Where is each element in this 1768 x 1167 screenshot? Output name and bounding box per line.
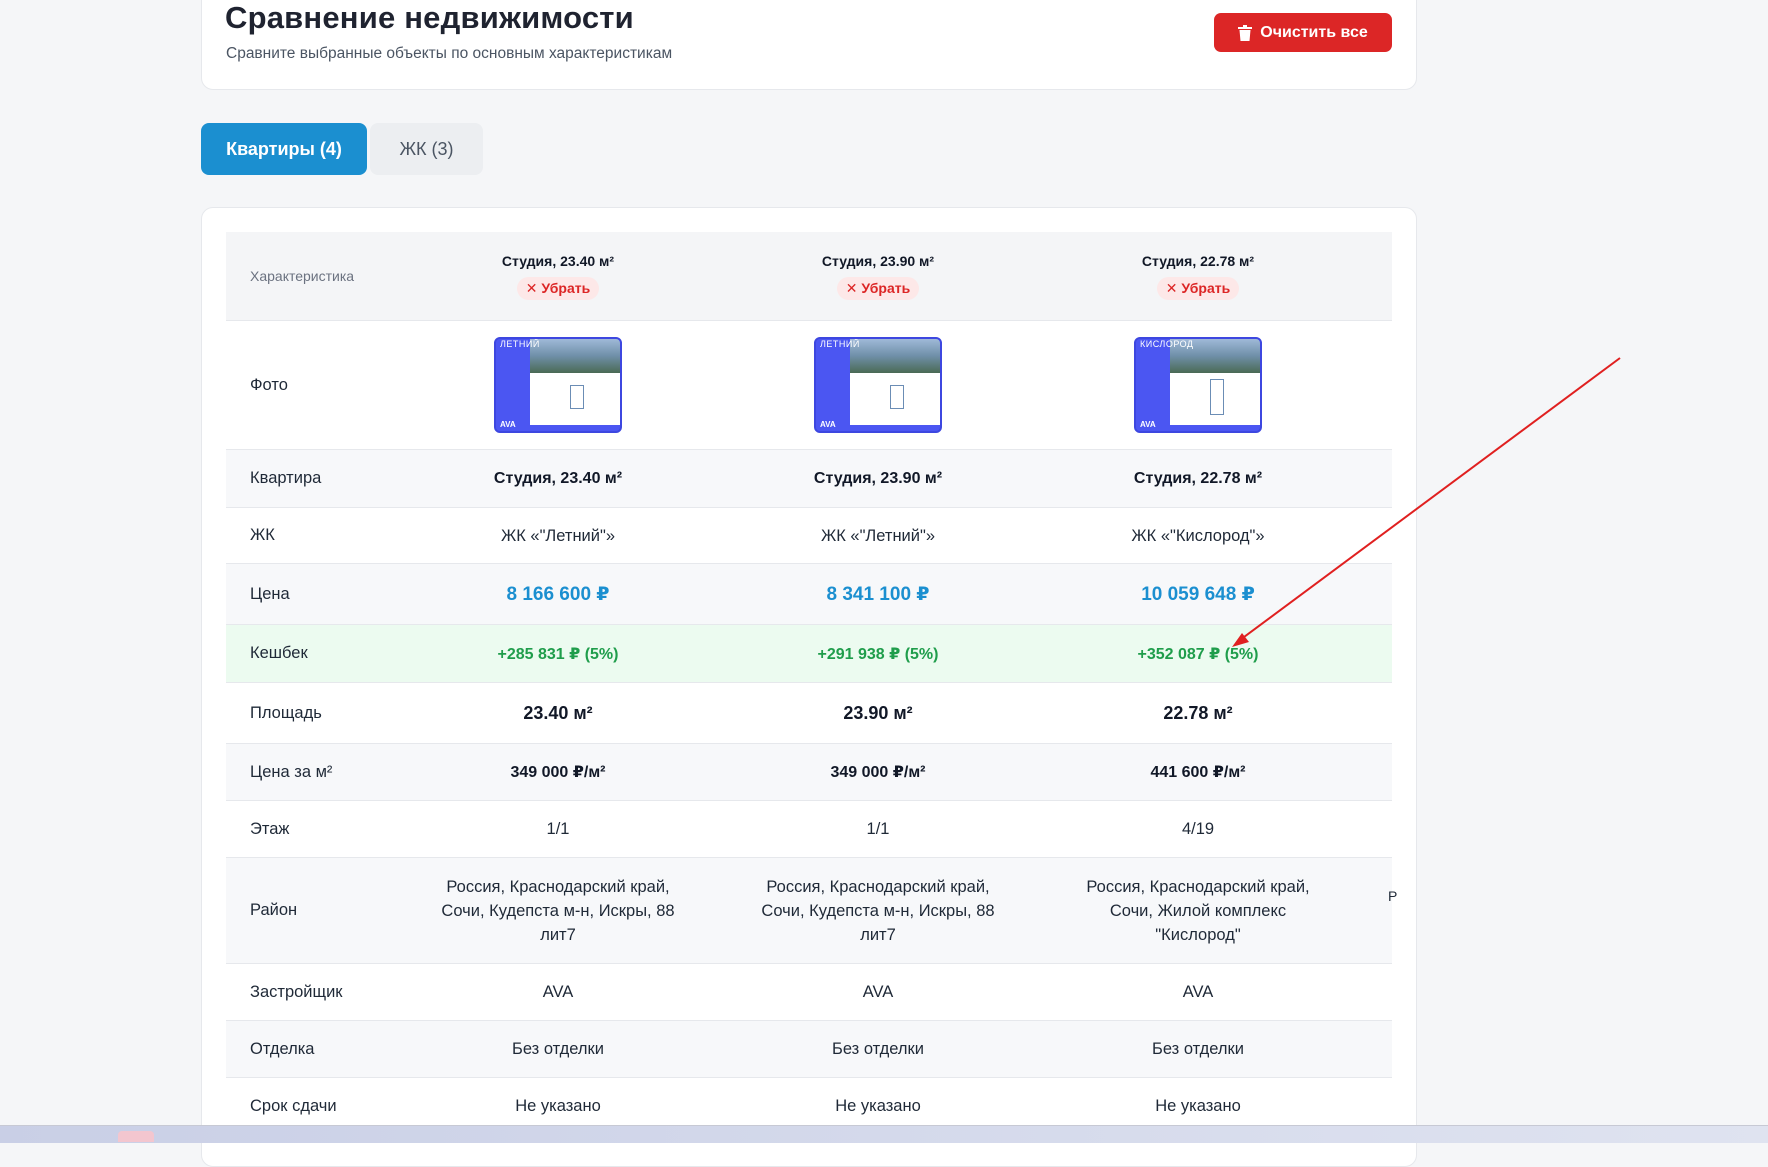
cell-complex: ЖК «"Летний"» (398, 507, 718, 564)
trash-icon (1238, 24, 1253, 41)
row-label: Цена за м² (226, 743, 398, 801)
table-row-district: Район Россия, Краснодарский край, Сочи, … (226, 857, 1392, 964)
remove-button[interactable]: ✕ Убрать (516, 276, 600, 300)
column-header: Студия, 23.40 м² ✕ Убрать (398, 232, 718, 321)
cell-floor: 1/1 (398, 800, 718, 858)
cell-finish: Без отделки (1038, 1020, 1358, 1078)
cell-finish: Без отделки (398, 1020, 718, 1078)
cell-developer: AVA (718, 963, 1038, 1021)
cell-floor: 1/1 (718, 800, 1038, 858)
column-title: Студия, 23.40 м² (501, 252, 615, 269)
tab-apartments[interactable]: Квартиры (4) (201, 123, 367, 175)
cell-apartment: Студия, 22.78 м² (1038, 449, 1358, 508)
apartment-photo[interactable]: КИСЛОРОД AVA (1134, 337, 1262, 433)
cell-price-per-m2: 441 600 ₽/м² (1038, 743, 1358, 801)
row-label: Квартира (226, 449, 398, 508)
photo-brand: AVA (1140, 420, 1156, 429)
table-row-price-per-m2: Цена за м² 349 000 ₽/м² 349 000 ₽/м² 441… (226, 743, 1392, 801)
clear-all-label: Очистить все (1260, 23, 1368, 41)
photo-tag: КИСЛОРОД (1140, 339, 1194, 349)
cell-price-per-m2: 349 000 ₽/м² (398, 743, 718, 801)
overflow-column (1358, 232, 1392, 321)
table-row-cashback: Кешбек +285 831 ₽ (5%) +291 938 ₽ (5%) +… (226, 624, 1392, 683)
table-row-photo: Фото ЛЕТНИЙ AVA ЛЕТНИЙ AVA КИСЛОРОД AVA (226, 320, 1392, 450)
tabs: Квартиры (4) ЖК (3) (201, 123, 483, 175)
page-subtitle: Сравните выбранные объекты по основным х… (226, 45, 673, 62)
cell-district: Россия, Краснодарский край, Сочи, Жилой … (1038, 857, 1358, 964)
cell-floor: 4/19 (1038, 800, 1358, 858)
taskbar-app-icon[interactable] (118, 1131, 154, 1142)
row-label: Отделка (226, 1020, 398, 1078)
table-row-floor: Этаж 1/1 1/1 4/19 (226, 800, 1392, 858)
clipped-column-text: Р (1388, 888, 1398, 904)
row-label: Цена (226, 563, 398, 625)
cell-area: 23.90 м² (718, 682, 1038, 744)
page-title: Сравнение недвижимости (225, 0, 634, 35)
cell-complex: ЖК «"Кислород"» (1038, 507, 1358, 564)
apartment-photo[interactable]: ЛЕТНИЙ AVA (494, 337, 622, 433)
photo-tag: ЛЕТНИЙ (820, 339, 860, 349)
row-label: Фото (226, 320, 398, 450)
cell-cashback: +285 831 ₽ (5%) (398, 624, 718, 683)
cell-apartment: Студия, 23.40 м² (398, 449, 718, 508)
tab-complexes[interactable]: ЖК (3) (370, 123, 483, 175)
apartment-photo[interactable]: ЛЕТНИЙ AVA (814, 337, 942, 433)
table-header-row: Характеристика Студия, 23.40 м² ✕ Убрать… (226, 232, 1392, 321)
column-header: Студия, 23.90 м² ✕ Убрать (718, 232, 1038, 321)
table-row-developer: Застройщик AVA AVA AVA (226, 963, 1392, 1021)
table-row-complex: ЖК ЖК «"Летний"» ЖК «"Летний"» ЖК «"Кисл… (226, 507, 1392, 564)
cell-area: 22.78 м² (1038, 682, 1358, 744)
cell-price: 10 059 648 ₽ (1038, 563, 1358, 625)
row-label: Площадь (226, 682, 398, 744)
cell-district: Россия, Краснодарский край, Сочи, Кудепс… (718, 857, 1038, 964)
photo-brand: AVA (500, 420, 516, 429)
photo-brand: AVA (820, 420, 836, 429)
taskbar (0, 1125, 1768, 1143)
table-row-finish: Отделка Без отделки Без отделки Без отде… (226, 1020, 1392, 1078)
cell-apartment: Студия, 23.90 м² (718, 449, 1038, 508)
row-label: Район (226, 857, 398, 964)
cell-cashback: +352 087 ₽ (5%) (1038, 624, 1358, 683)
row-label: Этаж (226, 800, 398, 858)
cell-developer: AVA (398, 963, 718, 1021)
row-label: Застройщик (226, 963, 398, 1021)
remove-button[interactable]: ✕ Убрать (1156, 276, 1240, 300)
cell-cashback: +291 938 ₽ (5%) (718, 624, 1038, 683)
column-header: Студия, 22.78 м² ✕ Убрать (1038, 232, 1358, 321)
column-title: Студия, 23.90 м² (821, 252, 935, 269)
table-row-area: Площадь 23.40 м² 23.90 м² 22.78 м² (226, 682, 1392, 744)
table-row-apartment: Квартира Студия, 23.40 м² Студия, 23.90 … (226, 449, 1392, 508)
row-label: ЖК (226, 507, 398, 564)
cell-complex: ЖК «"Летний"» (718, 507, 1038, 564)
header-label: Характеристика (226, 232, 398, 321)
remove-button[interactable]: ✕ Убрать (836, 276, 920, 300)
comparison-table: Характеристика Студия, 23.40 м² ✕ Убрать… (226, 232, 1392, 1135)
cell-price: 8 166 600 ₽ (398, 563, 718, 625)
cell-price: 8 341 100 ₽ (718, 563, 1038, 625)
row-label: Кешбек (226, 624, 398, 683)
cell-area: 23.40 м² (398, 682, 718, 744)
clear-all-button[interactable]: Очистить все (1214, 13, 1392, 52)
cell-price-per-m2: 349 000 ₽/м² (718, 743, 1038, 801)
cell-district: Россия, Краснодарский край, Сочи, Кудепс… (398, 857, 718, 964)
cell-developer: AVA (1038, 963, 1358, 1021)
photo-tag: ЛЕТНИЙ (500, 339, 540, 349)
column-title: Студия, 22.78 м² (1141, 252, 1255, 269)
cell-finish: Без отделки (718, 1020, 1038, 1078)
table-row-price: Цена 8 166 600 ₽ 8 341 100 ₽ 10 059 648 … (226, 563, 1392, 625)
